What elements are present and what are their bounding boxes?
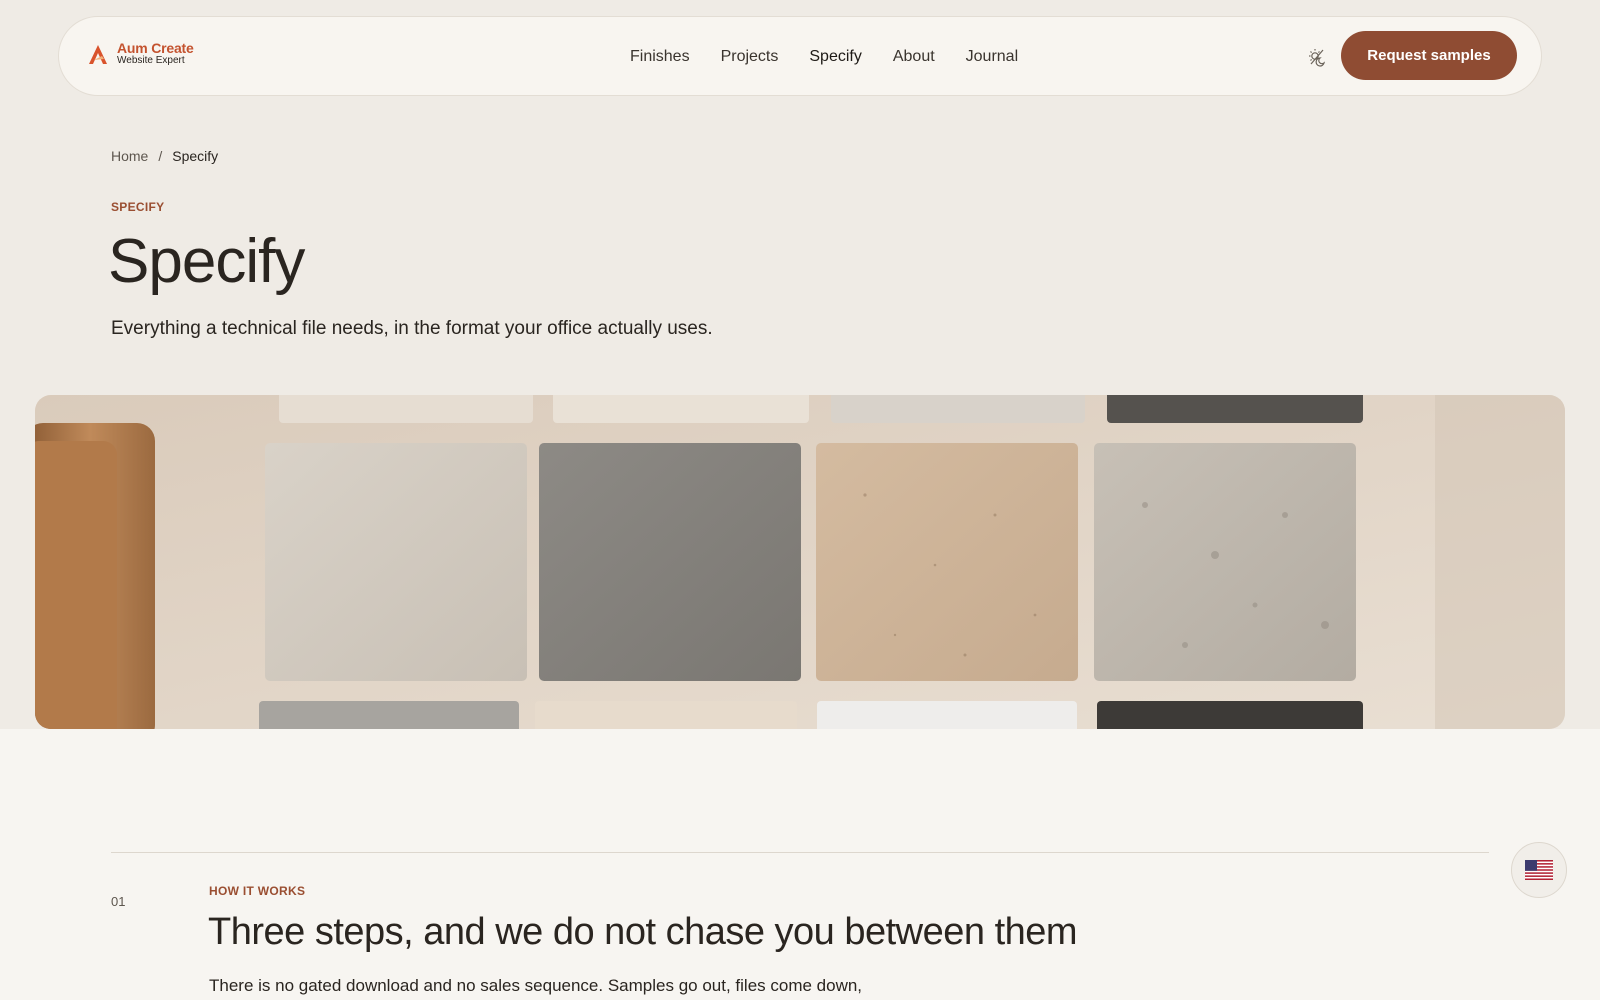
section-title: Three steps, and we do not chase you bet… [208,911,1078,953]
brand-tagline: Website Expert [117,55,185,66]
theme-toggle-button[interactable] [1303,43,1331,71]
nav-finishes[interactable]: Finishes [630,48,690,66]
nav-projects[interactable]: Projects [721,48,779,66]
request-samples-button[interactable]: Request samples [1341,31,1517,80]
nav-journal[interactable]: Journal [966,48,1018,66]
page-title: Specify [108,227,305,296]
hero-image [35,395,1565,729]
hero-eyebrow: SPECIFY [111,200,165,214]
stone-samples-illustration [35,395,1565,729]
breadcrumb-current: Specify [172,148,219,164]
language-selector-button[interactable] [1511,842,1567,898]
us-flag-icon [1525,860,1553,880]
breadcrumb-home[interactable]: Home [111,148,148,164]
logo-icon [89,44,107,64]
site-header: Aum Create Website Expert Finishes Proje… [58,16,1542,96]
brand-name: Aum Create [117,40,194,56]
section-body: There is no gated download and no sales … [209,976,863,995]
section-divider [111,852,1489,853]
breadcrumb: Home / Specify [111,148,218,164]
nav-specify[interactable]: Specify [809,48,861,66]
breadcrumb-separator: / [158,148,163,164]
nav-about[interactable]: About [893,48,935,66]
hero-lede: Everything a technical file needs, in th… [111,318,713,339]
section-number: 01 [111,894,126,909]
primary-nav: Finishes Projects Specify About Journal [630,17,1018,97]
brand-logo[interactable]: Aum Create Website Expert [87,41,194,66]
section-eyebrow: HOW IT WORKS [209,884,306,898]
sun-moon-icon [1309,49,1326,67]
